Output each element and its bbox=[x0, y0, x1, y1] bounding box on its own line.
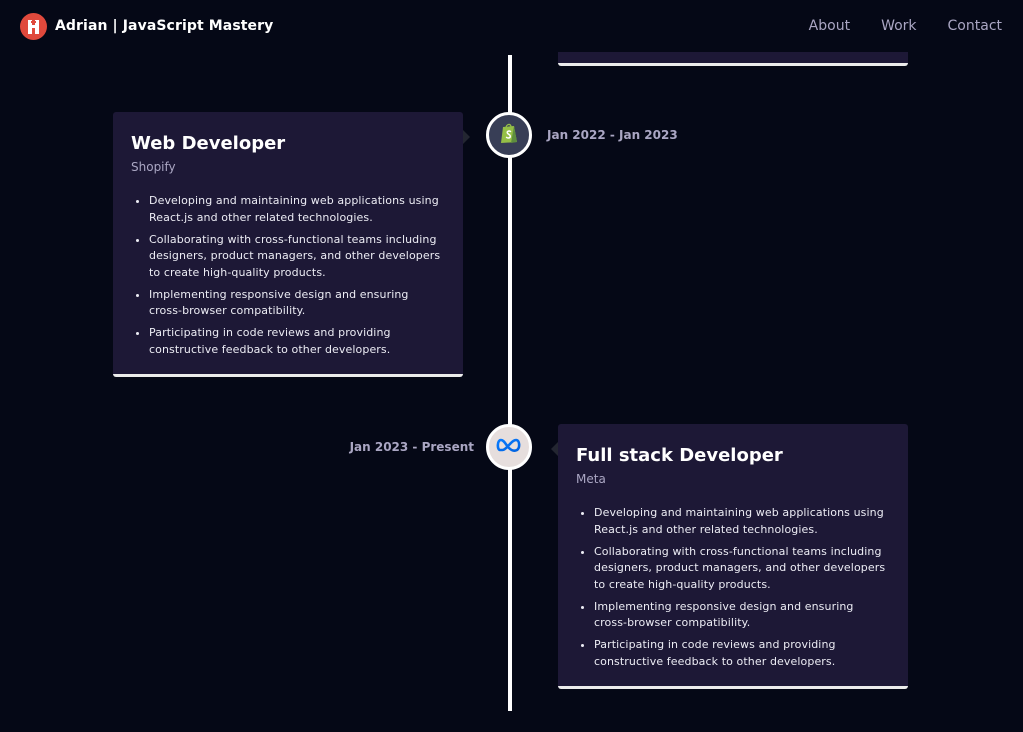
experience-points: Developing and maintaining web applicati… bbox=[131, 193, 445, 358]
experience-company: Meta bbox=[576, 472, 606, 486]
experience-company: Shopify bbox=[131, 160, 176, 174]
experience-points: Developing and maintaining web applicati… bbox=[576, 505, 890, 670]
nav-links: About Work Contact bbox=[809, 18, 1002, 34]
nav-link-work[interactable]: Work bbox=[881, 18, 916, 34]
nav-link-about[interactable]: About bbox=[809, 18, 850, 34]
logo-icon bbox=[20, 12, 47, 40]
brand-name: Adrian | JavaScript Mastery bbox=[55, 18, 274, 34]
experience-point: Developing and maintaining web applicati… bbox=[594, 505, 890, 538]
experience-point: Collaborating with cross-functional team… bbox=[594, 544, 890, 594]
experience-point: Participating in code reviews and provid… bbox=[594, 637, 890, 670]
experience-point: Implementing responsive design and ensur… bbox=[149, 287, 445, 320]
experience-point: Collaborating with cross-functional team… bbox=[149, 232, 445, 282]
experience-point: Implementing responsive design and ensur… bbox=[594, 599, 890, 632]
timeline-node-meta bbox=[486, 424, 532, 470]
shopify-icon bbox=[499, 122, 519, 148]
card-arrow bbox=[463, 130, 470, 144]
navbar: Adrian | JavaScript Mastery About Work C… bbox=[0, 0, 1023, 52]
page: Adrian | JavaScript Mastery About Work C… bbox=[0, 0, 1023, 732]
experience-date: Jan 2023 - Present bbox=[349, 440, 474, 454]
card-arrow bbox=[551, 442, 558, 456]
experience-card-shopify: Web Developer Shopify Developing and mai… bbox=[113, 112, 470, 377]
experience-title: Web Developer bbox=[131, 133, 286, 154]
nav-link-contact[interactable]: Contact bbox=[948, 18, 1002, 34]
experience-point: Developing and maintaining web applicati… bbox=[149, 193, 445, 226]
meta-icon bbox=[496, 437, 522, 457]
experience-card-meta: Full stack Developer Meta Developing and… bbox=[551, 424, 908, 689]
experience-title: Full stack Developer bbox=[576, 445, 783, 466]
experience-point: Participating in code reviews and provid… bbox=[149, 325, 445, 358]
timeline-node-shopify bbox=[486, 112, 532, 158]
brand-link[interactable]: Adrian | JavaScript Mastery bbox=[20, 12, 274, 40]
experience-date: Jan 2022 - Jan 2023 bbox=[547, 128, 678, 142]
